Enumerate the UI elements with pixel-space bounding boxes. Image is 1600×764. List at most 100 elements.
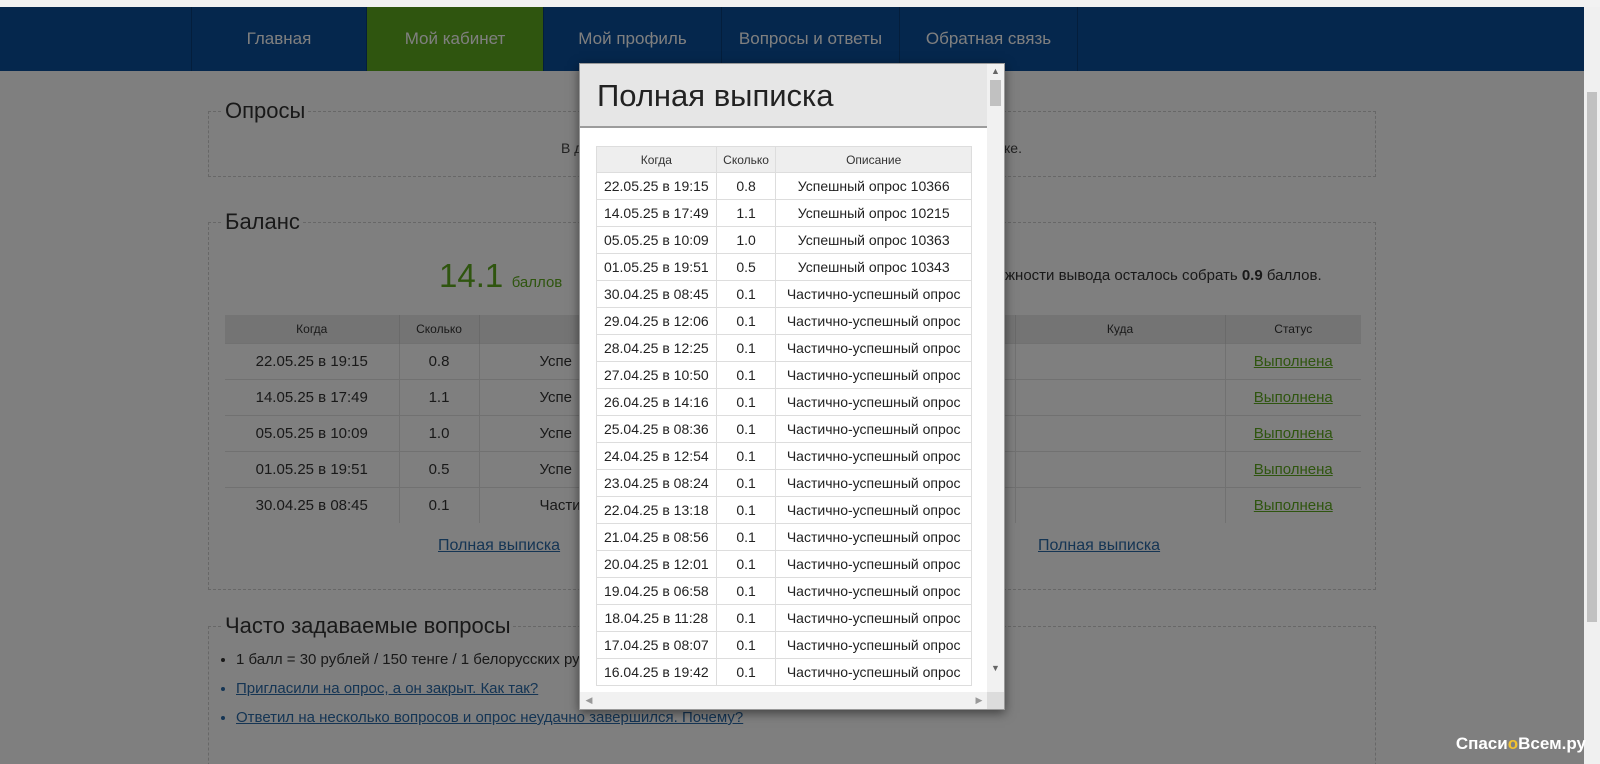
- modal-vertical-scrollbar[interactable]: ▲ ▼: [987, 64, 1004, 692]
- statement-when: 23.04.25 в 08:24: [596, 469, 717, 497]
- statement-desc: Частично-успешный опрос: [775, 604, 972, 632]
- scroll-up-arrow-icon[interactable]: ▲: [987, 64, 1004, 78]
- scroll-right-arrow-icon[interactable]: ▶: [972, 692, 986, 709]
- statement-when: 26.04.25 в 14:16: [596, 388, 717, 416]
- statement-when: 20.04.25 в 12:01: [596, 550, 717, 578]
- statement-amount: 0.1: [715, 604, 777, 632]
- statement-desc: Частично-успешный опрос: [775, 631, 972, 659]
- statement-when: 25.04.25 в 08:36: [596, 415, 717, 443]
- statement-when: 24.04.25 в 12:54: [596, 442, 717, 470]
- statement-amount: 0.1: [715, 415, 777, 443]
- statement-desc: Частично-успешный опрос: [775, 388, 972, 416]
- statement-row: 28.04.25 в 12:25 0.1 Частично-успешный опр…: [596, 334, 972, 362]
- modal-header: Полная выписка: [580, 64, 988, 128]
- statement-row: 24.04.25 в 12:54 0.1 Частично-успешный опр…: [596, 442, 972, 470]
- statement-when: 01.05.25 в 19:51: [596, 253, 717, 281]
- statement-amount: 0.1: [715, 280, 777, 308]
- statement-when: 21.04.25 в 08:56: [596, 523, 717, 551]
- modal-scrollbar-thumb[interactable]: [990, 80, 1001, 106]
- statement-row: 30.04.25 в 08:45 0.1 Частично-успешный опр…: [596, 280, 972, 308]
- modal-horizontal-scrollbar[interactable]: ◀ ▶: [580, 692, 988, 709]
- statement-when: 19.04.25 в 06:58: [596, 577, 717, 605]
- statement-desc: Успешный опрос 10343: [775, 253, 972, 281]
- statement-row: 25.04.25 в 08:36 0.1 Частично-успешный опр…: [596, 415, 972, 443]
- statement-amount: 0.8: [715, 172, 777, 200]
- page-scrollbar-thumb[interactable]: [1587, 92, 1597, 622]
- statement-table-header: Когда Сколько Описание: [596, 146, 972, 173]
- statement-desc: Частично-успешный опрос: [775, 334, 972, 362]
- statement-amount: 0.1: [715, 550, 777, 578]
- statement-desc: Частично-успешный опрос: [775, 442, 972, 470]
- statement-desc: Частично-успешный опрос: [775, 280, 972, 308]
- statement-table: Когда Сколько Описание 22.05.25 в 19:15 0…: [596, 146, 972, 686]
- watermark-part3: Всем.ру: [1518, 734, 1586, 753]
- statement-row: 21.04.25 в 08:56 0.1 Частично-успешный опр…: [596, 523, 972, 551]
- statement-when: 27.04.25 в 10:50: [596, 361, 717, 389]
- statement-row: 26.04.25 в 14:16 0.1 Частично-успешный опр…: [596, 388, 972, 416]
- statement-row: 05.05.25 в 10:09 1.0 Успешный опрос 10363: [596, 226, 972, 254]
- statement-desc: Частично-успешный опрос: [775, 658, 972, 686]
- statement-amount: 0.5: [715, 253, 777, 281]
- statement-when: 22.04.25 в 13:18: [596, 496, 717, 524]
- statement-row: 20.04.25 в 12:01 0.1 Частично-успешный опр…: [596, 550, 972, 578]
- statement-when: 28.04.25 в 12:25: [596, 334, 717, 362]
- statement-row: 01.05.25 в 19:51 0.5 Успешный опрос 10343: [596, 253, 972, 281]
- scrollbar-corner: [987, 692, 1004, 709]
- statement-desc: Частично-успешный опрос: [775, 361, 972, 389]
- statement-amount: 0.1: [715, 307, 777, 335]
- statement-desc: Частично-успешный опрос: [775, 469, 972, 497]
- statement-amount: 0.1: [715, 442, 777, 470]
- statement-amount: 0.1: [715, 361, 777, 389]
- statement-when: 05.05.25 в 10:09: [596, 226, 717, 254]
- statement-amount: 0.1: [715, 523, 777, 551]
- modal-body: Когда Сколько Описание 22.05.25 в 19:15 0…: [580, 130, 988, 692]
- statement-when: 29.04.25 в 12:06: [596, 307, 717, 335]
- statement-col-amount: Сколько: [715, 146, 777, 173]
- statement-amount: 1.1: [715, 199, 777, 227]
- statement-row: 14.05.25 в 17:49 1.1 Успешный опрос 10215: [596, 199, 972, 227]
- statement-row: 19.04.25 в 06:58 0.1 Частично-успешный опр…: [596, 577, 972, 605]
- watermark-part2: о: [1507, 734, 1519, 753]
- statement-row: 29.04.25 в 12:06 0.1 Частично-успешный опр…: [596, 307, 972, 335]
- statement-amount: 0.1: [715, 469, 777, 497]
- statement-when: 14.05.25 в 17:49: [596, 199, 717, 227]
- statement-col-when: Когда: [596, 146, 717, 173]
- statement-amount: 0.1: [715, 334, 777, 362]
- scroll-down-arrow-icon[interactable]: ▼: [987, 661, 1004, 675]
- statement-desc: Частично-успешный опрос: [775, 523, 972, 551]
- statement-row: 17.04.25 в 08:07 0.1 Частично-успешный опр…: [596, 631, 972, 659]
- statement-desc: Успешный опрос 10215: [775, 199, 972, 227]
- statement-row: 18.04.25 в 11:28 0.1 Частично-успешный опр…: [596, 604, 972, 632]
- statement-when: 22.05.25 в 19:15: [596, 172, 717, 200]
- full-statement-modal: Полная выписка Когда Сколько Описание 22…: [579, 63, 1005, 710]
- scroll-left-arrow-icon[interactable]: ◀: [582, 692, 596, 709]
- statement-when: 30.04.25 в 08:45: [596, 280, 717, 308]
- statement-desc: Успешный опрос 10363: [775, 226, 972, 254]
- statement-amount: 0.1: [715, 631, 777, 659]
- statement-when: 17.04.25 в 08:07: [596, 631, 717, 659]
- statement-desc: Частично-успешный опрос: [775, 577, 972, 605]
- statement-when: 18.04.25 в 11:28: [596, 604, 717, 632]
- watermark-part1: Спаси: [1455, 734, 1508, 753]
- statement-amount: 0.1: [715, 388, 777, 416]
- statement-when: 16.04.25 в 19:42: [596, 658, 717, 686]
- statement-col-desc: Описание: [775, 146, 972, 173]
- statement-row: 23.04.25 в 08:24 0.1 Частично-успешный опр…: [596, 469, 972, 497]
- watermark-logo: СпасиоВсем.ру: [1456, 734, 1586, 754]
- statement-desc: Успешный опрос 10366: [775, 172, 972, 200]
- browser-strip: [0, 0, 1600, 7]
- statement-row: 16.04.25 в 19:42 0.1 Частично-успешный опр…: [596, 658, 972, 686]
- statement-amount: 0.1: [715, 658, 777, 686]
- statement-row: 22.04.25 в 13:18 0.1 Частично-успешный опр…: [596, 496, 972, 524]
- statement-amount: 0.1: [715, 577, 777, 605]
- modal-title: Полная выписка: [597, 78, 834, 113]
- statement-desc: Частично-успешный опрос: [775, 415, 972, 443]
- statement-desc: Частично-успешный опрос: [775, 496, 972, 524]
- statement-desc: Частично-успешный опрос: [775, 550, 972, 578]
- page-scrollbar[interactable]: [1584, 7, 1600, 764]
- statement-amount: 0.1: [715, 496, 777, 524]
- statement-row: 22.05.25 в 19:15 0.8 Успешный опрос 10366: [596, 172, 972, 200]
- statement-row: 27.04.25 в 10:50 0.1 Частично-успешный опр…: [596, 361, 972, 389]
- statement-desc: Частично-успешный опрос: [775, 307, 972, 335]
- statement-amount: 1.0: [715, 226, 777, 254]
